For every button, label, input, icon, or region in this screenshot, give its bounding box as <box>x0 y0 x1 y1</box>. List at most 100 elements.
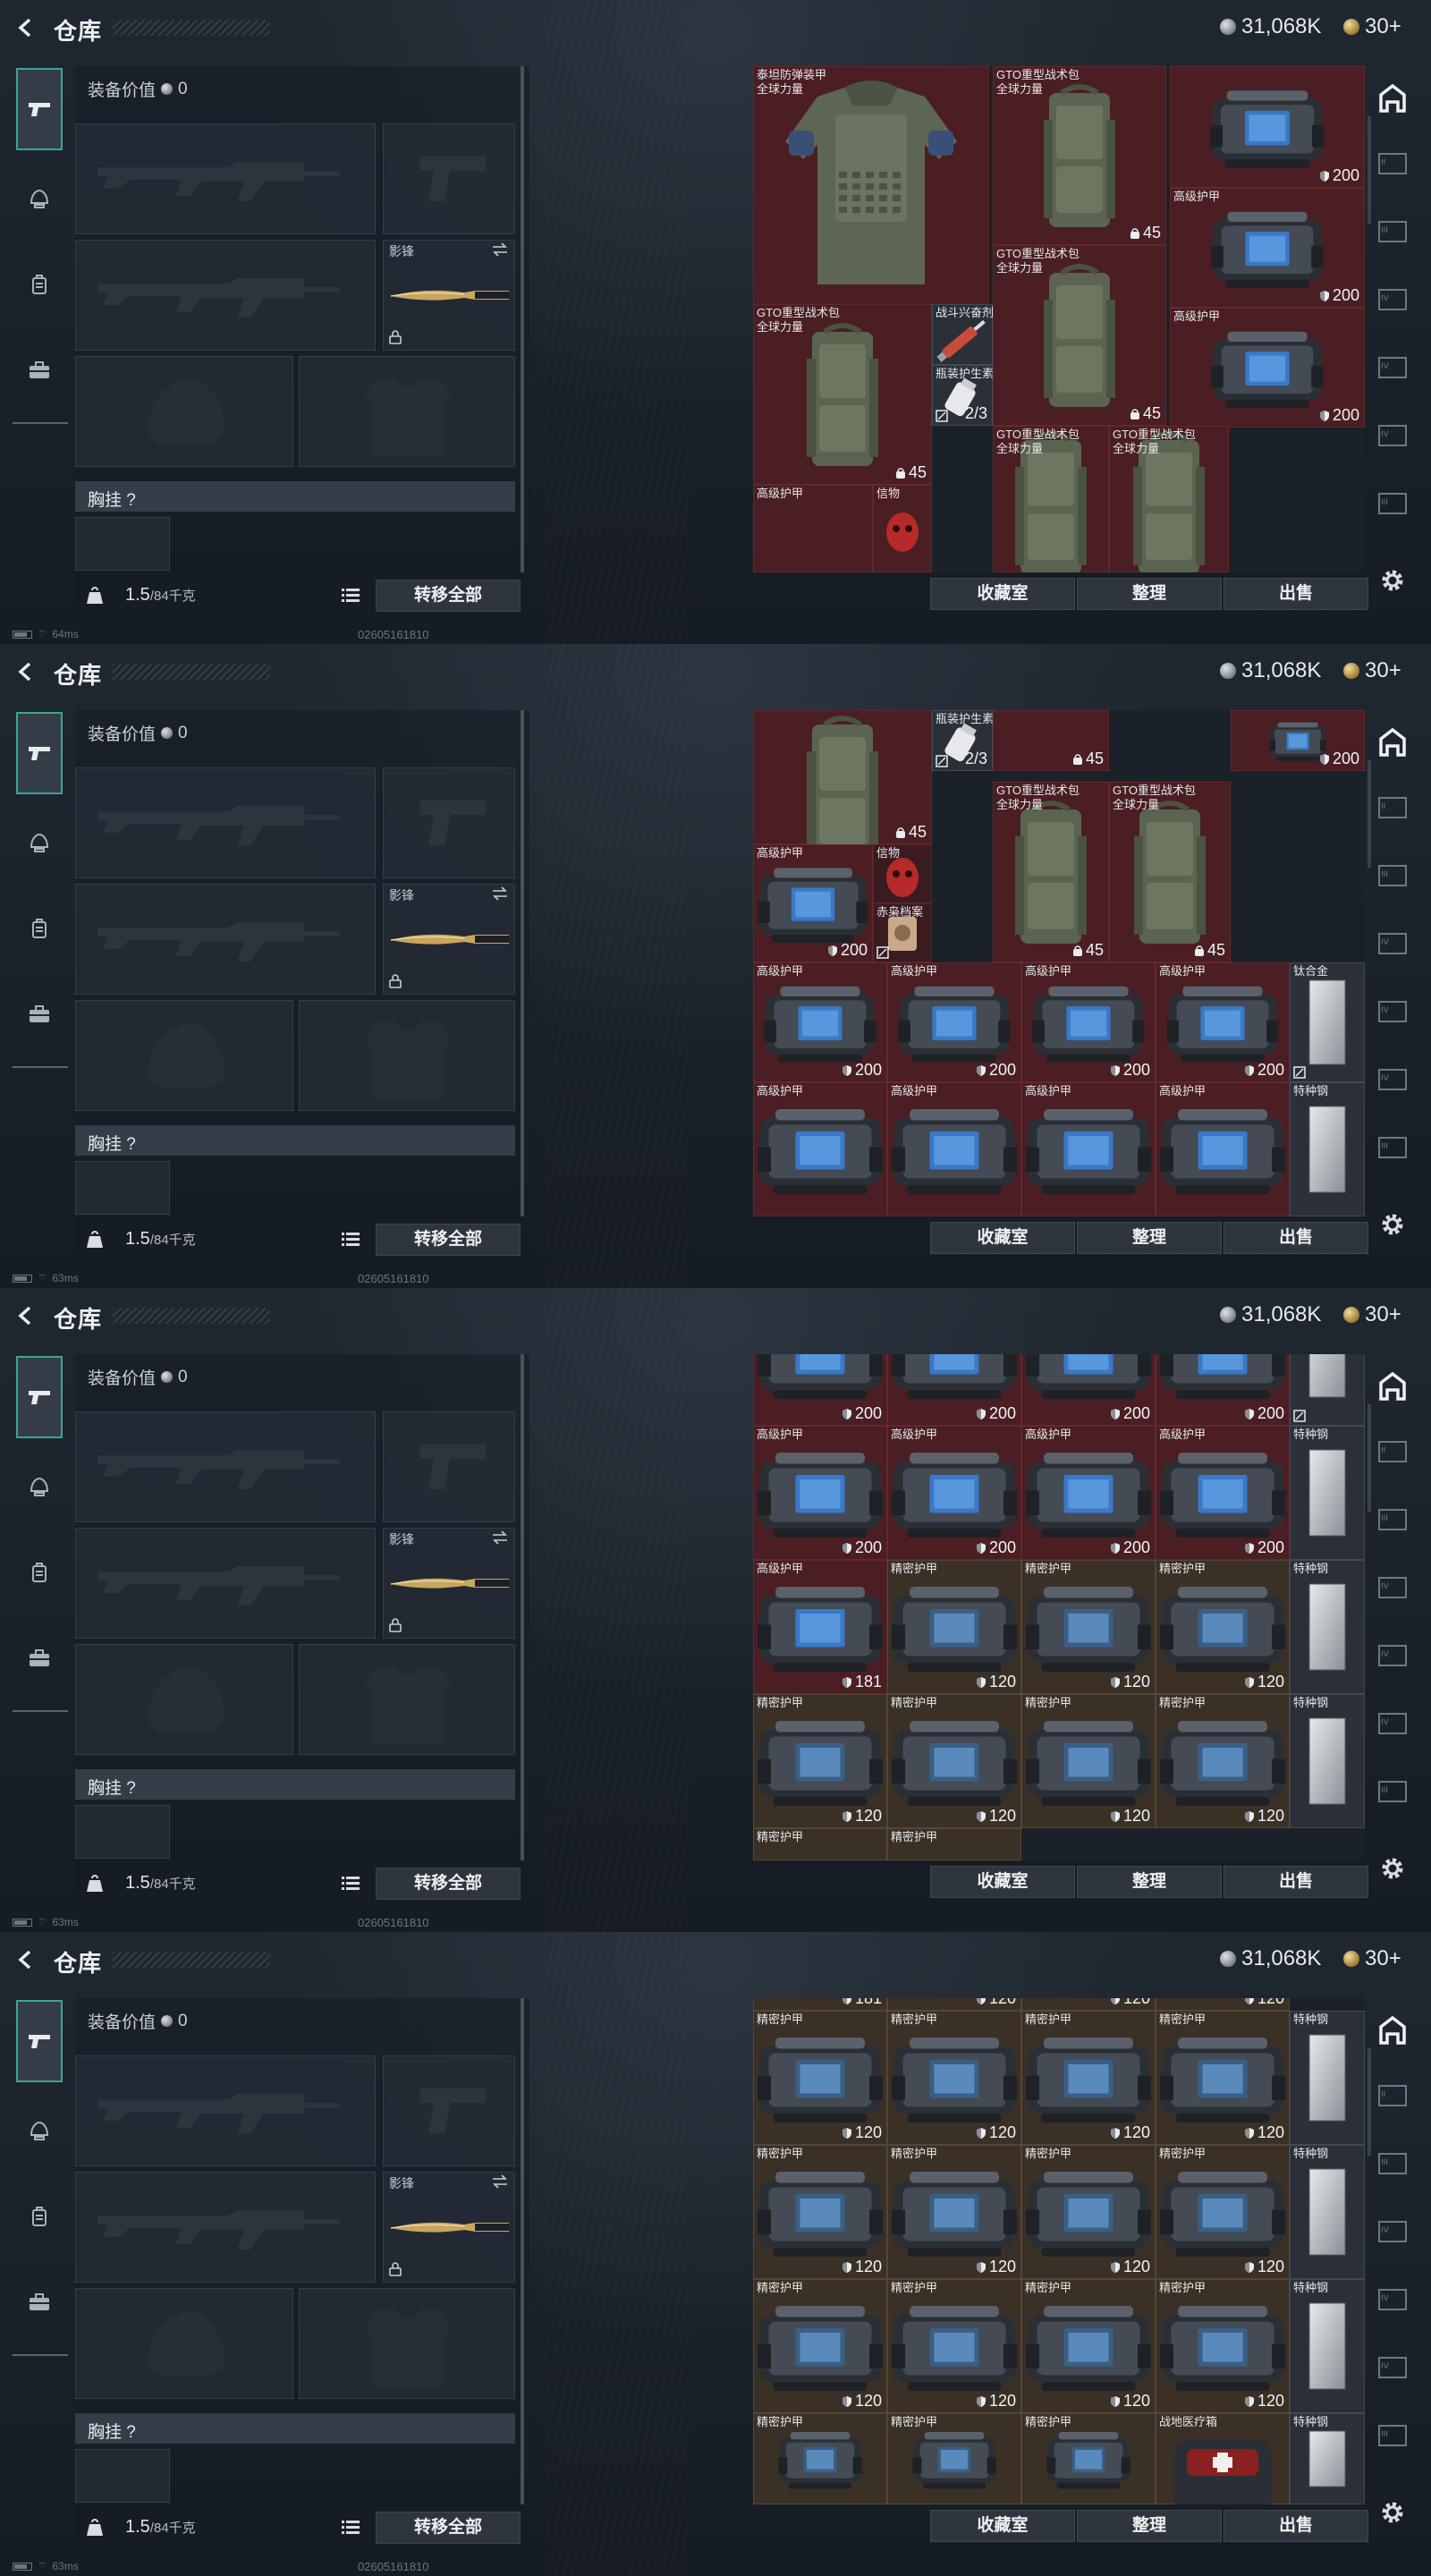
organize-button[interactable]: 整理 <box>1077 578 1222 610</box>
storage-item[interactable]: 信物 <box>873 485 932 572</box>
helmet-slot[interactable] <box>75 1644 293 1755</box>
storage-page-2-icon[interactable]: II <box>1372 1435 1413 1470</box>
tertiary-weapon-slot[interactable] <box>75 884 376 995</box>
storage-item[interactable]: 精密护甲 <box>753 1828 887 1860</box>
melee-slot[interactable]: 影锋 <box>383 2172 515 2283</box>
storage-item[interactable]: 信物 <box>873 844 932 903</box>
list-icon[interactable] <box>342 588 360 602</box>
storage-item[interactable]: 高级护甲 200 <box>753 844 873 962</box>
storage-item[interactable]: 精密护甲 120 <box>887 1560 1021 1694</box>
back-arrow-icon[interactable] <box>14 1304 38 1327</box>
storage-item[interactable]: 高级护甲 200 <box>753 962 887 1082</box>
tab-backpack[interactable] <box>16 887 63 970</box>
storage-item[interactable]: 精密护甲 <box>753 2413 887 2504</box>
storage-item[interactable]: GTO重型战术包 全球力量 45 <box>993 245 1166 426</box>
storage-page-7-icon[interactable]: III <box>1372 487 1413 522</box>
storage-item[interactable]: 特种钢 <box>1290 1426 1365 1560</box>
storage-item[interactable]: 200 <box>887 1354 1021 1426</box>
gear-icon[interactable] <box>1377 2497 1408 2528</box>
helmet-slot[interactable] <box>75 1000 293 1111</box>
storage-item[interactable]: 120 <box>887 1998 1021 2011</box>
storage-home-icon[interactable] <box>1372 2012 1413 2048</box>
organize-button[interactable]: 整理 <box>1077 1866 1222 1898</box>
storage-page-5-icon[interactable]: IV <box>1372 351 1413 386</box>
tab-armor[interactable] <box>16 157 63 240</box>
back-arrow-icon[interactable] <box>14 16 38 39</box>
storage-item[interactable]: GTO重型战术包 全球力量 45 <box>993 66 1166 245</box>
storage-item[interactable]: 200 <box>1231 710 1365 771</box>
storage-item[interactable]: 45 <box>753 710 932 844</box>
tab-weapons[interactable] <box>16 712 63 794</box>
storage-item[interactable]: GTO重型战术包 全球力量 45 <box>753 304 932 485</box>
tab-weapons[interactable] <box>16 1356 63 1438</box>
list-icon[interactable] <box>342 1232 360 1246</box>
primary-weapon-slot[interactable] <box>75 123 376 234</box>
body-armor-slot[interactable] <box>299 356 515 467</box>
storage-item[interactable]: 精密护甲 120 <box>887 2279 1021 2413</box>
storage-page-3-icon[interactable]: III <box>1372 859 1413 894</box>
tertiary-weapon-slot[interactable] <box>75 240 376 351</box>
storage-item[interactable]: 精密护甲 120 <box>1156 1560 1290 1694</box>
storage-item[interactable]: 高级护甲 <box>1156 1082 1290 1216</box>
primary-weapon-slot[interactable] <box>75 2055 376 2166</box>
storage-item[interactable]: 特种钢 <box>1290 1082 1365 1216</box>
equipment-scrollbar[interactable] <box>521 66 524 572</box>
storage-item[interactable]: GTO重型战术包 全球力量 <box>1109 426 1229 572</box>
chest-rig-slot[interactable] <box>75 2449 170 2503</box>
storage-item[interactable]: 精密护甲 120 <box>753 2011 887 2145</box>
gear-icon[interactable] <box>1377 1853 1408 1884</box>
storage-item[interactable]: 高级护甲 200 <box>887 1426 1021 1560</box>
storage-item[interactable]: 战斗兴奋剂 <box>932 304 993 365</box>
storage-item[interactable]: 精密护甲 120 <box>1156 2145 1290 2279</box>
tab-case[interactable] <box>16 973 63 1055</box>
sell-button[interactable]: 出售 <box>1224 2510 1368 2542</box>
storage-page-3-icon[interactable]: III <box>1372 2147 1413 2182</box>
storage-item[interactable]: 高级护甲 200 <box>1170 188 1365 308</box>
storage-item[interactable]: 特种钢 <box>1290 2413 1365 2504</box>
storage-page-2-icon[interactable]: II <box>1372 147 1413 182</box>
storage-item[interactable]: 200 <box>1021 1354 1156 1426</box>
storage-item[interactable]: 精密护甲 120 <box>1156 2279 1290 2413</box>
storage-item[interactable]: GTO重型战术包 全球力量 45 <box>1109 782 1231 962</box>
sell-button[interactable]: 出售 <box>1224 578 1368 610</box>
storage-page-6-icon[interactable]: IV <box>1372 1707 1413 1742</box>
storage-item[interactable]: 高级护甲 200 <box>753 1426 887 1560</box>
storage-scrollbar[interactable] <box>1367 1404 1371 1512</box>
storage-grid[interactable]: 200 200 200 200 高级护甲 200 高级护甲 200 高级护甲 2… <box>753 1354 1365 1860</box>
storage-item[interactable]: 高级护甲 200 <box>1156 962 1290 1082</box>
storage-item[interactable]: 精密护甲 120 <box>753 2145 887 2279</box>
storage-item[interactable]: 高级护甲 200 <box>1021 1426 1156 1560</box>
tab-case[interactable] <box>16 2261 63 2343</box>
melee-slot[interactable]: 影锋 <box>383 240 515 351</box>
equipment-scrollbar[interactable] <box>521 1998 524 2504</box>
storage-page-5-icon[interactable]: IV <box>1372 1639 1413 1674</box>
chest-rig-slot[interactable] <box>75 1161 170 1215</box>
collection-button[interactable]: 收藏室 <box>930 1222 1075 1254</box>
storage-page-2-icon[interactable]: II <box>1372 2079 1413 2114</box>
storage-page-3-icon[interactable]: III <box>1372 1503 1413 1538</box>
tab-weapons[interactable] <box>16 68 63 150</box>
tab-armor[interactable] <box>16 1445 63 1528</box>
storage-item[interactable]: 精密护甲 120 <box>1021 2145 1156 2279</box>
chest-rig-slot[interactable] <box>75 517 170 571</box>
storage-item[interactable]: 精密护甲 120 <box>1021 2279 1156 2413</box>
tab-weapons[interactable] <box>16 2000 63 2082</box>
storage-page-4-icon[interactable]: IV <box>1372 1571 1413 1606</box>
organize-button[interactable]: 整理 <box>1077 2510 1222 2542</box>
gear-icon[interactable] <box>1377 1209 1408 1240</box>
tertiary-weapon-slot[interactable] <box>75 1528 376 1639</box>
body-armor-slot[interactable] <box>299 2288 515 2399</box>
storage-item[interactable]: 精密护甲 120 <box>887 1694 1021 1828</box>
tab-backpack[interactable] <box>16 243 63 326</box>
tab-armor[interactable] <box>16 801 63 884</box>
helmet-slot[interactable] <box>75 2288 293 2399</box>
back-arrow-icon[interactable] <box>14 1948 38 1971</box>
storage-item[interactable]: 精密护甲 120 <box>1021 1694 1156 1828</box>
transfer-all-button[interactable]: 转移全部 <box>376 2512 521 2544</box>
body-armor-slot[interactable] <box>299 1644 515 1755</box>
storage-page-7-icon[interactable]: III <box>1372 1775 1413 1810</box>
storage-item[interactable]: 精密护甲 120 <box>1156 2011 1290 2145</box>
storage-item[interactable]: 特种钢 <box>1290 1560 1365 1694</box>
storage-item[interactable]: 瓶装护生素 2/3 <box>932 710 993 771</box>
transfer-all-button[interactable]: 转移全部 <box>376 580 521 612</box>
